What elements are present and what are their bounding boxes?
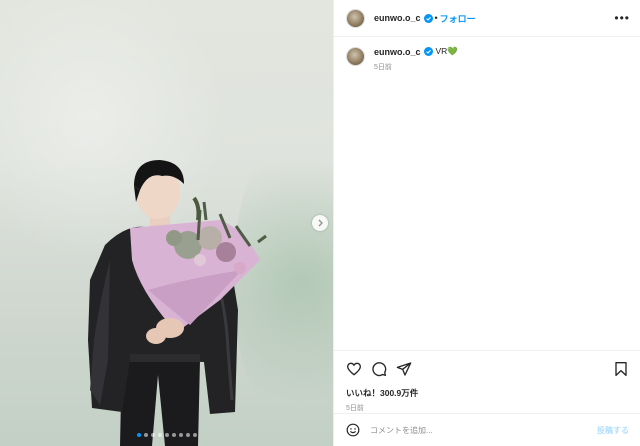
avatar[interactable]: [346, 47, 365, 66]
carousel-dot: [171, 433, 176, 437]
carousel-dot: [150, 433, 155, 437]
post-media[interactable]: [0, 0, 333, 446]
more-options-button[interactable]: •••: [614, 11, 630, 25]
carousel-indicator: [0, 433, 333, 437]
heart-icon[interactable]: [346, 361, 362, 377]
post-actions: いいね！300.9万件 5日前: [334, 350, 640, 413]
carousel-dot: [178, 433, 183, 437]
carousel-dot: [143, 433, 148, 437]
caption-block: eunwo.o_c VR💚 5日前: [334, 37, 640, 81]
verified-badge-icon: [423, 13, 433, 23]
carousel-dot: [157, 433, 162, 437]
emoji-smiley-icon[interactable]: [346, 423, 360, 437]
carousel-dot: [164, 433, 169, 437]
verified-badge-icon: [423, 47, 433, 56]
carousel-dot: [192, 433, 197, 437]
caption-text: VR💚: [435, 46, 458, 56]
carousel-dot: [136, 433, 141, 437]
carousel-dot: [185, 433, 190, 437]
avatar[interactable]: [346, 8, 365, 28]
comment-composer: 投稿する: [334, 413, 640, 446]
likes-count[interactable]: いいね！300.9万件: [346, 387, 629, 399]
username-link[interactable]: eunwo.o_c: [374, 13, 421, 23]
post-comment-button[interactable]: 投稿する: [597, 425, 629, 436]
photo-person-with-bouquet: [88, 160, 267, 446]
chevron-right-icon: [318, 219, 323, 227]
follow-button[interactable]: フォロー: [440, 12, 476, 25]
paper-plane-icon[interactable]: [396, 361, 412, 377]
comment-icon[interactable]: [371, 361, 387, 377]
caption-username[interactable]: eunwo.o_c: [374, 47, 421, 57]
bookmark-icon[interactable]: [613, 361, 629, 377]
next-slide-button[interactable]: [312, 215, 328, 231]
post-details-panel: eunwo.o_c • フォロー ••• eunwo.o_c VR💚 5日前 い…: [333, 0, 640, 446]
post-header: eunwo.o_c • フォロー •••: [334, 0, 640, 37]
separator-dot: •: [434, 13, 438, 23]
post-date[interactable]: 5日前: [346, 403, 629, 413]
comment-input[interactable]: [370, 425, 597, 435]
caption-timestamp: 5日前: [374, 64, 392, 71]
